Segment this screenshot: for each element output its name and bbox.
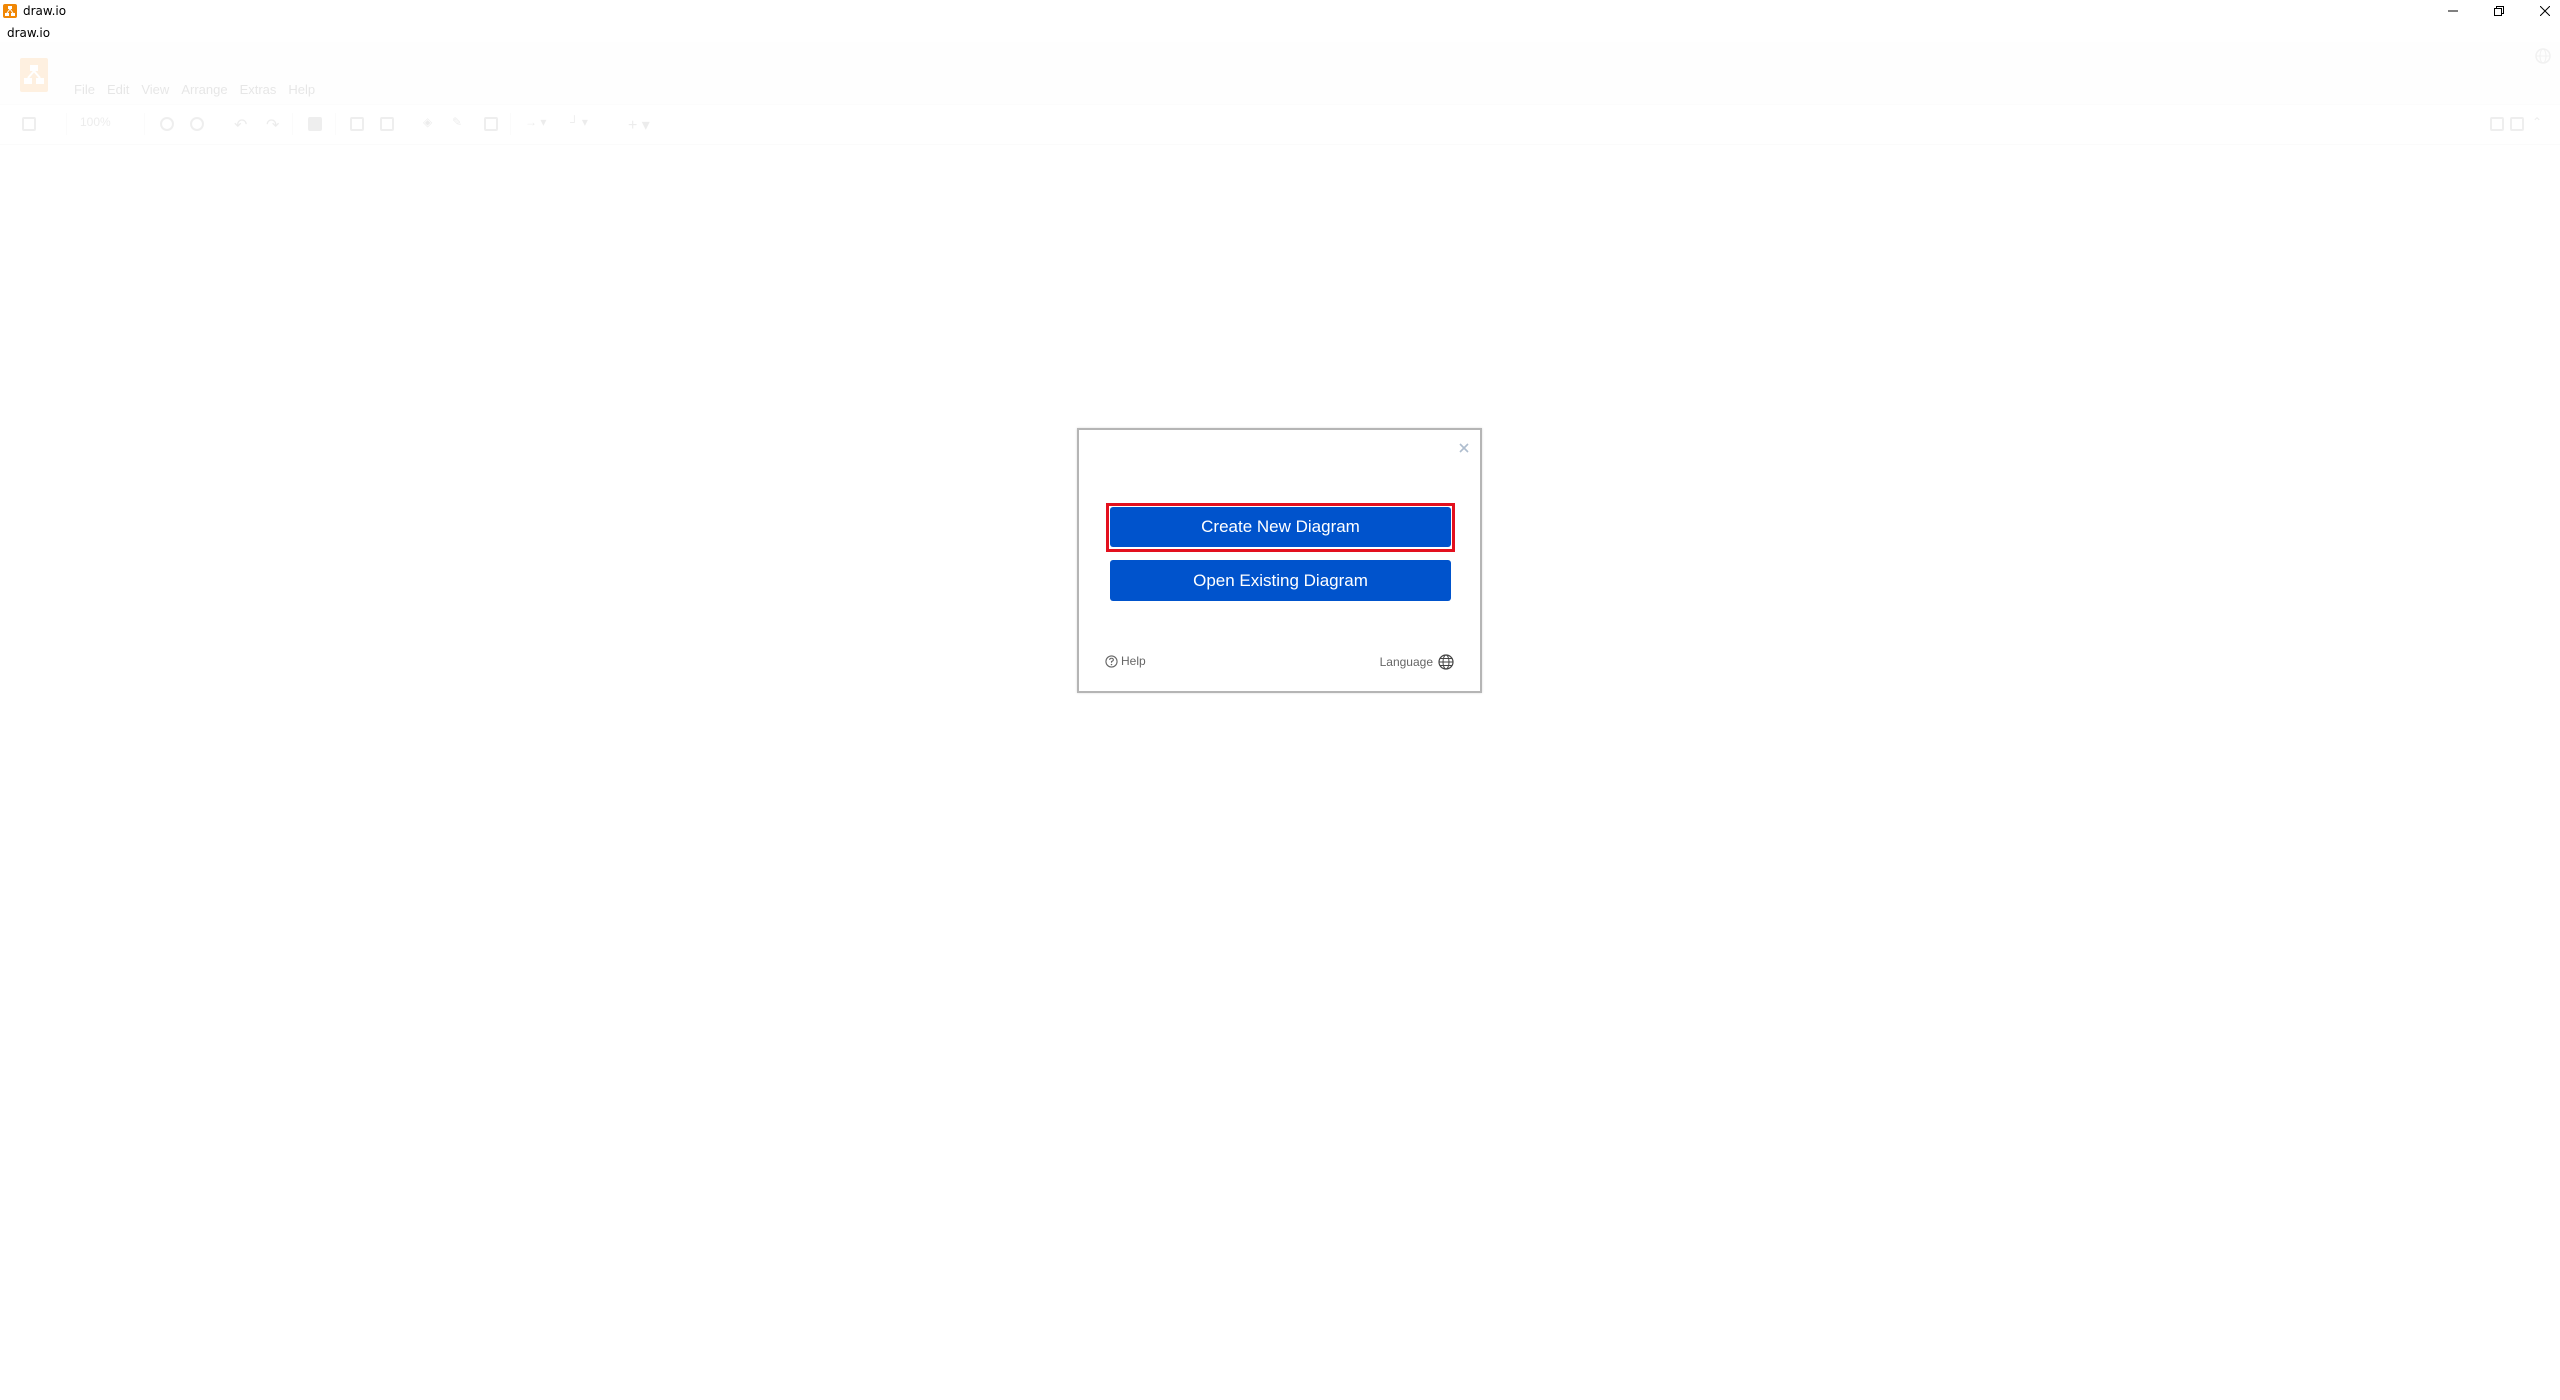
restore-icon xyxy=(2494,6,2504,16)
dialog-close-button[interactable] xyxy=(1456,440,1472,456)
close-icon xyxy=(1459,443,1469,453)
globe-icon xyxy=(1438,654,1454,670)
minimize-button[interactable] xyxy=(2430,0,2476,22)
minimize-icon xyxy=(2448,10,2458,12)
help-link[interactable]: Help xyxy=(1105,654,1146,668)
language-label: Language xyxy=(1379,655,1433,669)
app-subtitle: draw.io xyxy=(7,26,51,40)
help-label: Help xyxy=(1121,654,1146,668)
drawio-app-icon xyxy=(3,4,17,18)
language-link[interactable]: Language xyxy=(1380,654,1454,670)
help-icon xyxy=(1105,654,1118,668)
create-new-diagram-button[interactable]: Create New Diagram xyxy=(1110,507,1451,547)
window-title: draw.io xyxy=(23,4,67,18)
splash-dialog: Create New Diagram Open Existing Diagram… xyxy=(1077,428,1482,693)
open-existing-diagram-button[interactable]: Open Existing Diagram xyxy=(1110,560,1451,601)
restore-button[interactable] xyxy=(2476,0,2522,22)
modal-overlay xyxy=(0,42,2560,1400)
close-icon xyxy=(2540,6,2550,16)
window-titlebar: draw.io xyxy=(0,0,2560,22)
close-window-button[interactable] xyxy=(2522,0,2560,22)
